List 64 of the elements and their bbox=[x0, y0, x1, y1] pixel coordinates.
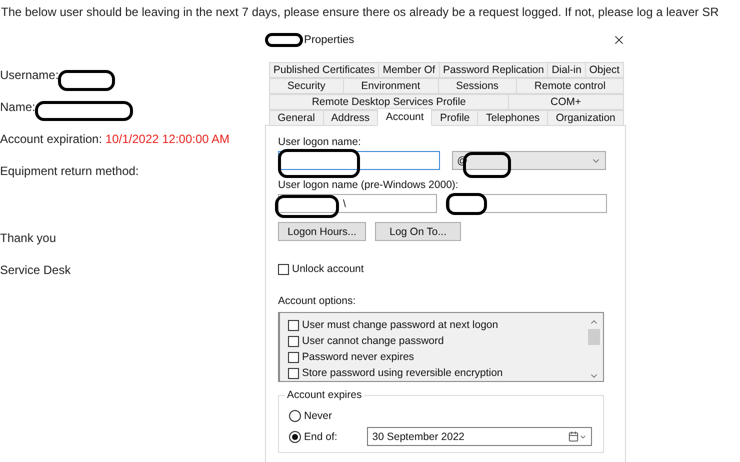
checkbox[interactable]: Unlock account bbox=[278, 261, 607, 277]
options-list[interactable]: User must change password at next logon User cannot change password Password never expires Store password using reversible encryption bbox=[278, 312, 604, 382]
tab[interactable]: Member Of bbox=[378, 62, 440, 78]
tab[interactable]: Published Certificates bbox=[269, 62, 380, 78]
checkbox-label: Unlock account bbox=[292, 262, 364, 277]
domain-field[interactable]: \ bbox=[278, 194, 437, 213]
checkbox-box[interactable] bbox=[288, 320, 299, 330]
logon-hours-button[interactable]: Logon Hours... bbox=[278, 222, 366, 241]
tab[interactable]: Password Replication bbox=[438, 62, 548, 78]
checkbox-label: Password never expires bbox=[302, 350, 414, 365]
intro-text: The below user should be leaving in the next 7 days, please ensure there os already be a request logged. If not, please log a leaver SR bbox=[0, 5, 720, 19]
redaction-mark bbox=[275, 195, 339, 218]
tab[interactable]: Address bbox=[322, 110, 378, 126]
tab[interactable]: Object bbox=[584, 62, 624, 78]
field-label: Username: bbox=[0, 68, 59, 82]
radio-option[interactable]: Never bbox=[289, 408, 332, 424]
tab[interactable]: Remote control bbox=[516, 78, 624, 94]
tab[interactable]: Organization bbox=[547, 110, 624, 126]
radio-label: End of: bbox=[304, 430, 338, 444]
checkbox-label: User must change password at next logon bbox=[302, 318, 498, 333]
closing-text: Service Desk bbox=[0, 263, 72, 277]
field-label: Name: bbox=[0, 100, 36, 114]
checkbox[interactable]: Store password using reversible encryption bbox=[288, 365, 587, 381]
tab[interactable]: Account bbox=[377, 108, 432, 126]
radio-option[interactable]: End of: bbox=[289, 428, 338, 444]
tab[interactable]: Telephones bbox=[477, 110, 548, 126]
redaction-mark bbox=[446, 193, 487, 215]
tab[interactable]: Environment bbox=[342, 78, 439, 94]
redaction-mark bbox=[265, 33, 303, 47]
checkbox-label: Store password using reversible encryption bbox=[302, 366, 503, 381]
radio-label: Never bbox=[304, 409, 332, 424]
tab[interactable]: Remote Desktop Services Profile bbox=[269, 94, 509, 110]
section-label: Account options: bbox=[278, 295, 357, 308]
group-legend: Account expires bbox=[285, 389, 364, 401]
radio-button[interactable] bbox=[289, 430, 301, 442]
checkbox-box[interactable] bbox=[278, 264, 289, 274]
checkbox-label: User cannot change password bbox=[302, 334, 444, 349]
logon-name-field[interactable] bbox=[448, 194, 607, 213]
radio-button[interactable] bbox=[289, 410, 301, 422]
field-label: Account expiration: bbox=[0, 132, 102, 146]
tab[interactable]: COM+ bbox=[508, 94, 624, 110]
tab[interactable]: General bbox=[269, 110, 324, 126]
log-on-to-button[interactable]: Log On To... bbox=[375, 222, 461, 241]
tab[interactable]: Profile bbox=[431, 110, 478, 126]
redaction-mark bbox=[58, 70, 115, 91]
logon-name-field[interactable] bbox=[278, 151, 440, 170]
checkbox[interactable]: User cannot change password bbox=[288, 333, 587, 349]
field-value: 10/1/2022 12:00:00 AM bbox=[105, 132, 230, 146]
field-label: Equipment return method: bbox=[0, 164, 139, 178]
checkbox-box[interactable] bbox=[288, 368, 299, 378]
field-label: User logon name (pre-Windows 2000): bbox=[278, 179, 460, 192]
field-label: User logon name: bbox=[278, 136, 362, 149]
close-icon[interactable] bbox=[612, 33, 626, 47]
date-field[interactable]: 30 September 2022 bbox=[367, 427, 592, 446]
tab[interactable]: Dial-in bbox=[547, 62, 586, 78]
tab[interactable]: Security bbox=[269, 78, 344, 94]
checkbox-box[interactable] bbox=[288, 352, 299, 362]
calendar-icon[interactable] bbox=[568, 431, 588, 442]
closing-text: Thank you bbox=[0, 231, 58, 245]
window-title: Properties bbox=[304, 34, 356, 46]
checkbox-box[interactable] bbox=[288, 336, 299, 346]
tab[interactable]: Sessions bbox=[438, 78, 517, 94]
checkbox[interactable]: Password never expires bbox=[288, 349, 587, 365]
checkbox[interactable]: User must change password at next logon bbox=[288, 317, 587, 333]
